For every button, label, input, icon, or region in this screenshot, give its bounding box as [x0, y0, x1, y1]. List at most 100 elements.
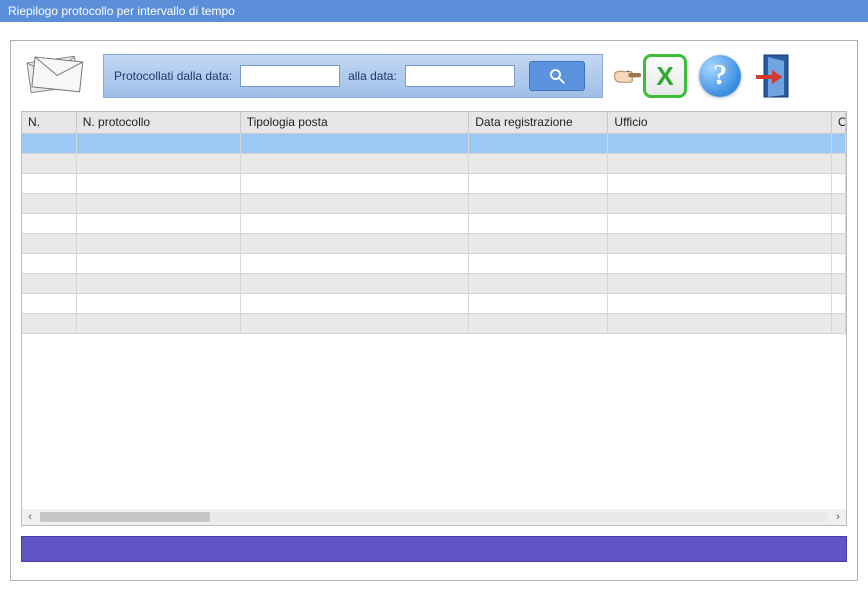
- to-date-input[interactable]: [405, 65, 515, 87]
- from-date-label: Protocollati dalla data:: [114, 69, 232, 83]
- scroll-thumb[interactable]: [40, 512, 210, 522]
- table-cell: [22, 274, 77, 294]
- col-header-dataregistrazione[interactable]: Data registrazione: [469, 112, 608, 133]
- table-cell: [832, 254, 846, 274]
- table-cell: [22, 134, 77, 154]
- table-row[interactable]: [22, 174, 846, 194]
- table-cell: [469, 134, 608, 154]
- table-cell: [22, 154, 77, 174]
- help-icon: ?: [699, 55, 741, 97]
- table-cell: [469, 174, 608, 194]
- table-cell: [608, 194, 832, 214]
- exit-button[interactable]: [753, 53, 799, 99]
- table-cell: [832, 174, 846, 194]
- table-cell: [77, 254, 241, 274]
- exit-door-icon: [756, 53, 796, 99]
- table-cell: [22, 194, 77, 214]
- table-cell: [469, 154, 608, 174]
- help-button[interactable]: ?: [697, 53, 743, 99]
- horizontal-scrollbar[interactable]: ‹ ›: [22, 509, 846, 525]
- table-cell: [22, 294, 77, 314]
- window-titlebar: Riepilogo protocollo per intervallo di t…: [0, 0, 868, 22]
- table-cell: [22, 174, 77, 194]
- table-cell: [22, 254, 77, 274]
- scroll-track[interactable]: [40, 512, 828, 522]
- table-cell: [77, 234, 241, 254]
- table-cell: [241, 274, 470, 294]
- table-cell: [77, 134, 241, 154]
- table-cell: [241, 154, 470, 174]
- table-row[interactable]: [22, 194, 846, 214]
- col-header-tipologia[interactable]: Tipologia posta: [241, 112, 470, 133]
- table-cell: [832, 234, 846, 254]
- table-cell: [77, 274, 241, 294]
- envelopes-icon: [21, 51, 93, 101]
- table-cell: [241, 294, 470, 314]
- table-cell: [77, 174, 241, 194]
- table-row[interactable]: [22, 274, 846, 294]
- window-title: Riepilogo protocollo per intervallo di t…: [8, 4, 235, 18]
- scroll-left-arrow[interactable]: ‹: [22, 509, 38, 525]
- table-cell: [77, 294, 241, 314]
- table-cell: [241, 314, 470, 334]
- table-row[interactable]: [22, 294, 846, 314]
- table-cell: [608, 134, 832, 154]
- from-date-input[interactable]: [240, 65, 340, 87]
- table-cell: [469, 214, 608, 234]
- table-cell: [608, 174, 832, 194]
- table-cell: [832, 134, 846, 154]
- table-cell: [608, 254, 832, 274]
- search-button[interactable]: [529, 61, 585, 91]
- table-cell: [608, 294, 832, 314]
- table-cell: [22, 214, 77, 234]
- table-cell: [77, 314, 241, 334]
- table-cell: [832, 294, 846, 314]
- col-header-n[interactable]: N.: [22, 112, 77, 133]
- table-row[interactable]: [22, 214, 846, 234]
- table-cell: [77, 194, 241, 214]
- table-cell: [832, 314, 846, 334]
- table-row[interactable]: [22, 134, 846, 154]
- table-cell: [22, 234, 77, 254]
- table-cell: [22, 314, 77, 334]
- table-cell: [241, 174, 470, 194]
- table-cell: [832, 154, 846, 174]
- table-cell: [241, 254, 470, 274]
- table-cell: [77, 154, 241, 174]
- table-cell: [832, 274, 846, 294]
- main-panel: Protocollati dalla data: alla data: X: [10, 40, 858, 581]
- table-cell: [608, 314, 832, 334]
- table-cell: [241, 194, 470, 214]
- toolbar: Protocollati dalla data: alla data: X: [21, 51, 847, 101]
- table-cell: [469, 234, 608, 254]
- col-header-nprotocollo[interactable]: N. protocollo: [77, 112, 241, 133]
- table-cell: [832, 194, 846, 214]
- table-cell: [469, 294, 608, 314]
- filter-bar: Protocollati dalla data: alla data:: [103, 54, 603, 98]
- table-cell: [608, 154, 832, 174]
- export-excel-button[interactable]: X: [613, 53, 687, 99]
- table-cell: [469, 274, 608, 294]
- table-cell: [608, 214, 832, 234]
- table-cell: [241, 214, 470, 234]
- table-cell: [77, 214, 241, 234]
- table-cell: [832, 214, 846, 234]
- excel-icon: X: [643, 54, 687, 98]
- col-header-ufficio[interactable]: Ufficio: [608, 112, 832, 133]
- table-row[interactable]: [22, 154, 846, 174]
- pointing-hand-icon: [613, 62, 641, 90]
- scroll-right-arrow[interactable]: ›: [830, 509, 846, 525]
- results-grid[interactable]: N. N. protocollo Tipologia posta Data re…: [21, 111, 847, 526]
- table-row[interactable]: [22, 254, 846, 274]
- col-header-o[interactable]: O: [832, 112, 846, 133]
- table-cell: [241, 134, 470, 154]
- table-cell: [608, 274, 832, 294]
- grid-body: [22, 134, 846, 334]
- table-cell: [469, 194, 608, 214]
- table-cell: [469, 254, 608, 274]
- table-cell: [469, 314, 608, 334]
- table-row[interactable]: [22, 314, 846, 334]
- status-bar: [21, 536, 847, 562]
- table-row[interactable]: [22, 234, 846, 254]
- table-cell: [608, 234, 832, 254]
